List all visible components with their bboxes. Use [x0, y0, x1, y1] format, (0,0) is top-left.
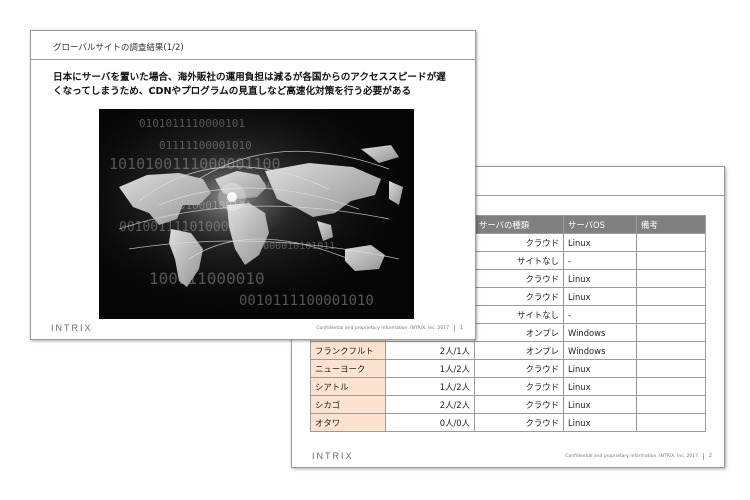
staff-cell: 0人/0人 [385, 413, 475, 432]
server-os-cell: Linux [563, 395, 637, 414]
staff-cell: 2人/2人 [385, 395, 475, 414]
notes-cell [636, 341, 706, 360]
world-map-binary-image: 0101011110000101011111000010101010100111… [99, 109, 414, 319]
notes-cell [636, 305, 706, 324]
confidential-notice: Confidential and proprietary information… [316, 326, 449, 331]
server-type-cell: クラウド [474, 395, 564, 414]
server-os-cell: Linux [563, 287, 637, 306]
slide-headline: 日本にサーバを置いた場合、海外販社の運用負担は減るが各国からのアクセススピードが… [53, 71, 463, 99]
intrix-logo: INTRIX [51, 323, 93, 333]
table-row: オタワ 0人/0人 クラウド Linux [310, 413, 706, 432]
table-row: シカゴ 2人/2人 クラウド Linux [310, 395, 706, 414]
server-type-cell: クラウド [474, 413, 564, 432]
city-cell: ニューヨーク [310, 359, 386, 378]
server-type-cell: オンプレ [474, 341, 564, 360]
page-separator [703, 453, 704, 460]
slide-1-footer: INTRIX Confidential and proprietary info… [31, 317, 475, 339]
server-type-cell: クラウド [474, 233, 564, 252]
page-separator [454, 325, 455, 332]
intrix-logo: INTRIX [312, 451, 354, 461]
server-type-cell: クラウド [474, 377, 564, 396]
confidential-notice: Confidential and proprietary information… [565, 454, 698, 459]
city-cell: シアトル [310, 377, 386, 396]
server-os-cell: Linux [563, 377, 637, 396]
server-type-cell: サイトなし [474, 305, 564, 324]
server-os-cell: Linux [563, 233, 637, 252]
server-type-cell: オンプレ [474, 323, 564, 342]
slide-title: グローバルサイトの調査結果(1/2) [53, 43, 184, 53]
table-row: ニューヨーク 1人/2人 クラウド Linux [310, 359, 706, 378]
server-os-cell: - [563, 305, 637, 324]
table-header-notes: 備考 [636, 215, 706, 234]
server-os-cell: Linux [563, 269, 637, 288]
notes-cell [636, 323, 706, 342]
notes-cell [636, 287, 706, 306]
slide-1-title-bar: グローバルサイトの調査結果(1/2) [31, 31, 475, 60]
notes-cell [636, 359, 706, 378]
city-cell: シカゴ [310, 395, 386, 414]
server-os-cell: Linux [563, 413, 637, 432]
server-os-cell: Windows [563, 341, 637, 360]
table-header-server-type: サーバの種類 [474, 215, 564, 234]
table-row: フランクフルト 2人/1人 オンプレ Windows [310, 341, 706, 360]
table-header-server-os: サーバOS [563, 215, 637, 234]
page-number: 2 [708, 453, 712, 459]
slide-2-footer: INTRIX Confidential and proprietary info… [292, 445, 724, 467]
headline-line-2: くなってしまうため、CDNやプログラムの見直しなど高速化対策を行う必要がある [53, 86, 412, 97]
notes-cell [636, 233, 706, 252]
table-row: シアトル 1人/2人 クラウド Linux [310, 377, 706, 396]
server-type-cell: クラウド [474, 269, 564, 288]
server-type-cell: クラウド [474, 287, 564, 306]
city-cell: オタワ [310, 413, 386, 432]
notes-cell [636, 251, 706, 270]
notes-cell [636, 377, 706, 396]
server-os-cell: - [563, 251, 637, 270]
notes-cell [636, 269, 706, 288]
staff-cell: 2人/1人 [385, 341, 475, 360]
notes-cell [636, 395, 706, 414]
staff-cell: 1人/2人 [385, 359, 475, 378]
server-type-cell: サイトなし [474, 251, 564, 270]
world-map-graphic: 0101011110000101011111000010101010100111… [99, 109, 414, 319]
server-os-cell: Linux [563, 359, 637, 378]
server-type-cell: クラウド [474, 359, 564, 378]
slide-1[interactable]: グローバルサイトの調査結果(1/2) 日本にサーバを置いた場合、海外販社の運用負… [30, 30, 476, 340]
headline-line-1: 日本にサーバを置いた場合、海外販社の運用負担は減るが各国からのアクセススピードが… [53, 72, 446, 83]
server-os-cell: Windows [563, 323, 637, 342]
page-number: 1 [459, 325, 463, 331]
notes-cell [636, 413, 706, 432]
staff-cell: 1人/2人 [385, 377, 475, 396]
city-cell: フランクフルト [310, 341, 386, 360]
